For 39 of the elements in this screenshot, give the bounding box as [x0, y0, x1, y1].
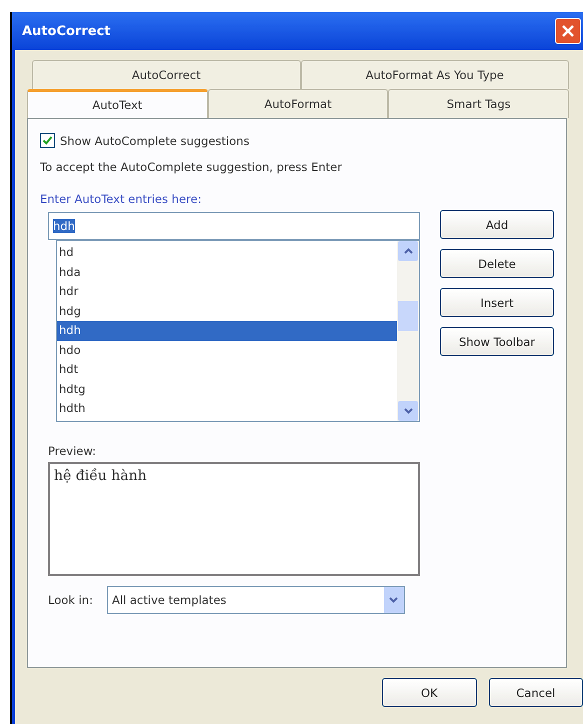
scroll-thumb[interactable]	[398, 301, 418, 331]
checkbox-label: Show AutoComplete suggestions	[60, 134, 250, 148]
list-item[interactable]: hdr	[57, 282, 397, 302]
checkmark-icon	[42, 135, 53, 146]
scrollbar[interactable]	[397, 241, 419, 421]
scroll-up-button[interactable]	[398, 241, 418, 261]
tab[interactable]: AutoFormat As You Type	[300, 60, 569, 89]
entries-label: Enter AutoText entries here:	[40, 192, 202, 206]
action-button[interactable]: Show Toolbar	[440, 327, 554, 356]
list-item[interactable]: hdg	[57, 302, 397, 321]
dialog-button[interactable]: Cancel	[488, 678, 583, 707]
list-item[interactable]: hdth	[57, 399, 397, 418]
checkbox[interactable]	[40, 133, 55, 148]
action-button[interactable]: Insert	[440, 288, 554, 317]
close-button[interactable]	[555, 18, 581, 44]
look-in-dropdown[interactable]: All active templates	[106, 586, 405, 614]
preview-label: Preview:	[48, 444, 98, 458]
action-button[interactable]: Add	[440, 210, 554, 239]
tab[interactable]: AutoText	[27, 89, 208, 118]
list-item[interactable]: hdo	[57, 340, 397, 360]
window-title: AutoCorrect	[22, 24, 110, 38]
preview-text: hệ điều hành	[54, 468, 147, 484]
list-item[interactable]: hdh	[57, 321, 397, 340]
dialog-button[interactable]: OK	[382, 678, 476, 707]
chevron-down-icon	[404, 408, 412, 414]
hint-text: To accept the AutoComplete suggestion, press Enter	[40, 160, 343, 174]
list-item[interactable]: hda	[57, 262, 397, 282]
action-button[interactable]: Delete	[440, 249, 554, 278]
scroll-down-button[interactable]	[398, 401, 418, 421]
list-item[interactable]: hdtg	[57, 380, 397, 399]
entry-field[interactable]: hdh	[48, 212, 420, 240]
list-item[interactable]: hdt	[57, 360, 397, 380]
tab[interactable]: AutoCorrect	[32, 60, 300, 89]
tab[interactable]: Smart Tags	[388, 89, 570, 118]
look-in-label: Look in:	[48, 593, 93, 607]
close-icon	[561, 24, 575, 38]
list-item[interactable]: hd	[57, 243, 397, 262]
chevron-up-icon	[404, 248, 412, 254]
tab[interactable]: AutoFormat	[208, 89, 388, 118]
